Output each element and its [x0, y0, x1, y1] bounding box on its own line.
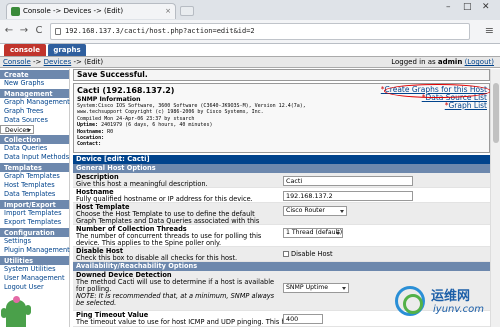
downed-detection-note: NOTE: It is recommended that, at a minim… — [76, 292, 275, 307]
hostname-help: Fully qualified hostname or IP address f… — [76, 195, 253, 203]
host-template-row: Host Template Choose the Host Template t… — [73, 203, 490, 232]
sidebar-section-utilities: Utilities — [0, 256, 69, 265]
sidebar-section-create: Create — [0, 70, 69, 79]
navigation-row: ← → C 192.168.137.3/cacti/host.php?actio… — [0, 20, 500, 43]
sidebar-item-data-templates[interactable]: Data Templates — [0, 190, 69, 199]
device-section-header: Device [edit: Cacti] — [73, 155, 490, 164]
sidebar-item-system-utilities[interactable]: System Utilities — [0, 265, 69, 274]
sidebar-item-plugin-management[interactable]: Plugin Management — [0, 246, 70, 255]
login-status: Logged in as admin (Logout) — [391, 57, 494, 67]
hostname-row: Hostname Fully qualified hostname or IP … — [73, 188, 490, 203]
back-icon[interactable]: ← — [3, 25, 15, 37]
address-bar[interactable]: 192.168.137.3/cacti/host.php?action=edit… — [50, 23, 470, 40]
new-tab-button[interactable] — [180, 6, 194, 16]
cactus-flower-icon — [13, 296, 20, 303]
general-options-header: General Host Options — [73, 164, 490, 173]
logout-link[interactable]: (Logout) — [465, 58, 494, 66]
tab-graphs[interactable]: graphs — [48, 44, 86, 56]
breadcrumb: Console -> Devices -> (Edit) — [3, 57, 103, 67]
breadcrumb-separator: -> — [71, 58, 85, 66]
downed-detection-help: The method Cacti will use to determine i… — [76, 278, 275, 293]
highlight-circle — [384, 84, 491, 98]
sidebar-item-host-templates[interactable]: Host Templates — [0, 181, 69, 190]
watermark-logo-icon — [395, 286, 425, 316]
availability-options-header: Availability/Reachability Options — [73, 262, 490, 271]
cacti-top-tabs: console graphs — [0, 44, 500, 56]
breadcrumb-edit: (Edit) — [84, 58, 104, 66]
sidebar-item-data-input-methods[interactable]: Data Input Methods — [0, 153, 69, 162]
disable-host-checkbox-label: Disable Host — [291, 250, 333, 258]
tab-console[interactable]: console — [4, 44, 46, 56]
description-row: Description Give this host a meaningful … — [73, 173, 490, 188]
cacti-favicon-icon — [11, 7, 20, 16]
ping-timeout-help: The timeout value to use for host ICMP a… — [76, 318, 296, 326]
downed-detection-select[interactable]: SNMP Uptime — [283, 283, 349, 293]
breadcrumb-separator: -> — [30, 58, 44, 66]
watermark-cn: 运维网 — [431, 289, 471, 304]
sidebar-item-graph-trees[interactable]: Graph Trees — [0, 107, 69, 116]
breadcrumb-console[interactable]: Console — [3, 58, 31, 66]
disable-host-row: Disable Host Check this box to disable a… — [73, 247, 490, 262]
cactus-logo-icon — [1, 300, 31, 327]
watermark: 运维网 iyunv.com — [395, 282, 497, 324]
location-label: Location: — [77, 135, 105, 142]
threads-row: Number of Collection Threads The number … — [73, 225, 490, 247]
sidebar-item-data-sources[interactable]: Data Sources — [0, 116, 69, 125]
sidebar-section-templates: Templates — [0, 163, 69, 172]
host-info-box: Cacti (192.168.137.2) SNMP Information S… — [73, 83, 491, 153]
hostname-label: Hostname: — [77, 128, 105, 135]
minimize-icon[interactable]: – — [446, 2, 451, 12]
description-input[interactable]: Cacti — [283, 176, 413, 186]
graph-list-link[interactable]: *Graph List — [381, 102, 487, 110]
disable-host-help: Check this box to disable all checks for… — [76, 254, 238, 262]
tab-close-icon[interactable]: × — [165, 4, 171, 19]
sidebar: Create New Graphs Management Graph Manageme… — [0, 69, 70, 327]
threads-select[interactable]: 1 Thread (default) — [283, 228, 343, 238]
browser-tab[interactable]: Console -> Devices -> (Edit) × — [6, 3, 176, 19]
hostname-input[interactable]: 192.168.137.2 — [283, 191, 413, 201]
hostname-value: R0 — [104, 128, 114, 135]
sidebar-section-collection-methods: Collection Methods — [0, 135, 69, 152]
watermark-en: iyunv.com — [433, 304, 485, 315]
sidebar-item-user-management[interactable]: User Management — [0, 274, 69, 283]
tab-title: Console -> Devices -> (Edit) — [23, 7, 124, 15]
address-text: 192.168.137.3/cacti/host.php?action=edit… — [65, 27, 255, 35]
browser-menu-icon[interactable]: ≡ — [485, 24, 494, 37]
login-prefix: Logged in as — [391, 58, 438, 66]
sidebar-item-import-templates[interactable]: Import Templates — [0, 209, 69, 218]
close-window-icon[interactable]: ✕ — [482, 2, 490, 12]
forward-icon[interactable]: → — [18, 25, 30, 37]
ping-timeout-input[interactable]: 400 — [283, 314, 323, 324]
sidebar-item-graph-templates[interactable]: Graph Templates — [0, 172, 69, 181]
snmp-contact: Contact: — [77, 141, 486, 147]
disable-host-checkbox[interactable] — [283, 251, 289, 257]
sidebar-item-graph-management[interactable]: Graph Management — [0, 98, 70, 107]
host-template-select[interactable]: Cisco Router — [283, 206, 347, 216]
sidebar-item-logout-user[interactable]: Logout User — [0, 283, 69, 292]
sidebar-section-configuration: Configuration — [0, 228, 69, 237]
threads-help: The number of concurrent threads to use … — [76, 232, 262, 247]
save-message: Save Successful. — [73, 69, 490, 81]
breadcrumb-devices[interactable]: Devices — [44, 58, 72, 66]
sidebar-item-new-graphs[interactable]: New Graphs — [0, 79, 69, 88]
breadcrumb-bar: Console -> Devices -> (Edit) Logged in a… — [0, 56, 500, 68]
sidebar-item-devices[interactable]: Devices — [0, 125, 35, 134]
contact-label: Contact: — [77, 141, 102, 148]
sidebar-section-management: Management — [0, 89, 69, 98]
uptime-value: 2401979 (6 days, 6 hours, 40 minutes) — [98, 122, 213, 129]
scrollbar-thumb[interactable] — [493, 83, 499, 143]
browser-chrome: Console -> Devices -> (Edit) × – □ ✕ ← →… — [0, 0, 500, 44]
maximize-icon[interactable]: □ — [463, 2, 472, 12]
reload-icon[interactable]: C — [33, 25, 45, 37]
uptime-label: Uptime: — [77, 122, 99, 129]
sidebar-section-import-export: Import/Export — [0, 200, 69, 209]
sidebar-item-export-templates[interactable]: Export Templates — [0, 218, 69, 227]
page-info-icon[interactable] — [55, 28, 61, 35]
sidebar-item-settings[interactable]: Settings — [0, 237, 69, 246]
login-user: admin — [437, 58, 463, 66]
sidebar-item-data-queries[interactable]: Data Queries — [0, 144, 69, 153]
host-links: *Create Graphs for this Host *Data Sourc… — [381, 84, 491, 110]
description-help: Give this host a meaningful description. — [76, 180, 208, 188]
